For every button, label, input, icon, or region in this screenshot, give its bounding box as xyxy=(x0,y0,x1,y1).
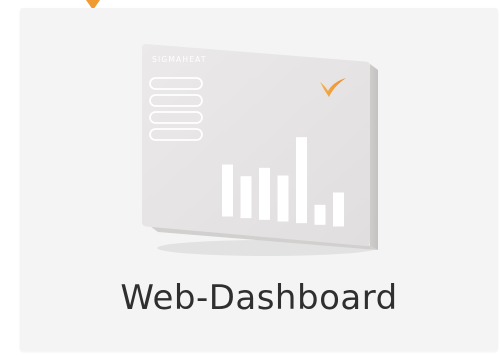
device-bar xyxy=(314,204,326,225)
device-bar xyxy=(259,167,270,220)
dashboard-device-illustration: SIGMAHEAT xyxy=(132,36,382,258)
device-bar xyxy=(240,176,252,219)
device-bar xyxy=(277,175,289,222)
device-bar xyxy=(333,192,344,227)
device-side xyxy=(370,64,378,250)
device-bar xyxy=(296,137,307,224)
device-svg: SIGMAHEAT xyxy=(142,44,378,256)
device-brand-label: SIGMAHEAT xyxy=(152,55,207,64)
device-bar xyxy=(222,164,233,217)
page: SIGMAHEAT Web-Dashboard xyxy=(0,0,500,357)
card-title: Web-Dashboard xyxy=(120,278,398,318)
